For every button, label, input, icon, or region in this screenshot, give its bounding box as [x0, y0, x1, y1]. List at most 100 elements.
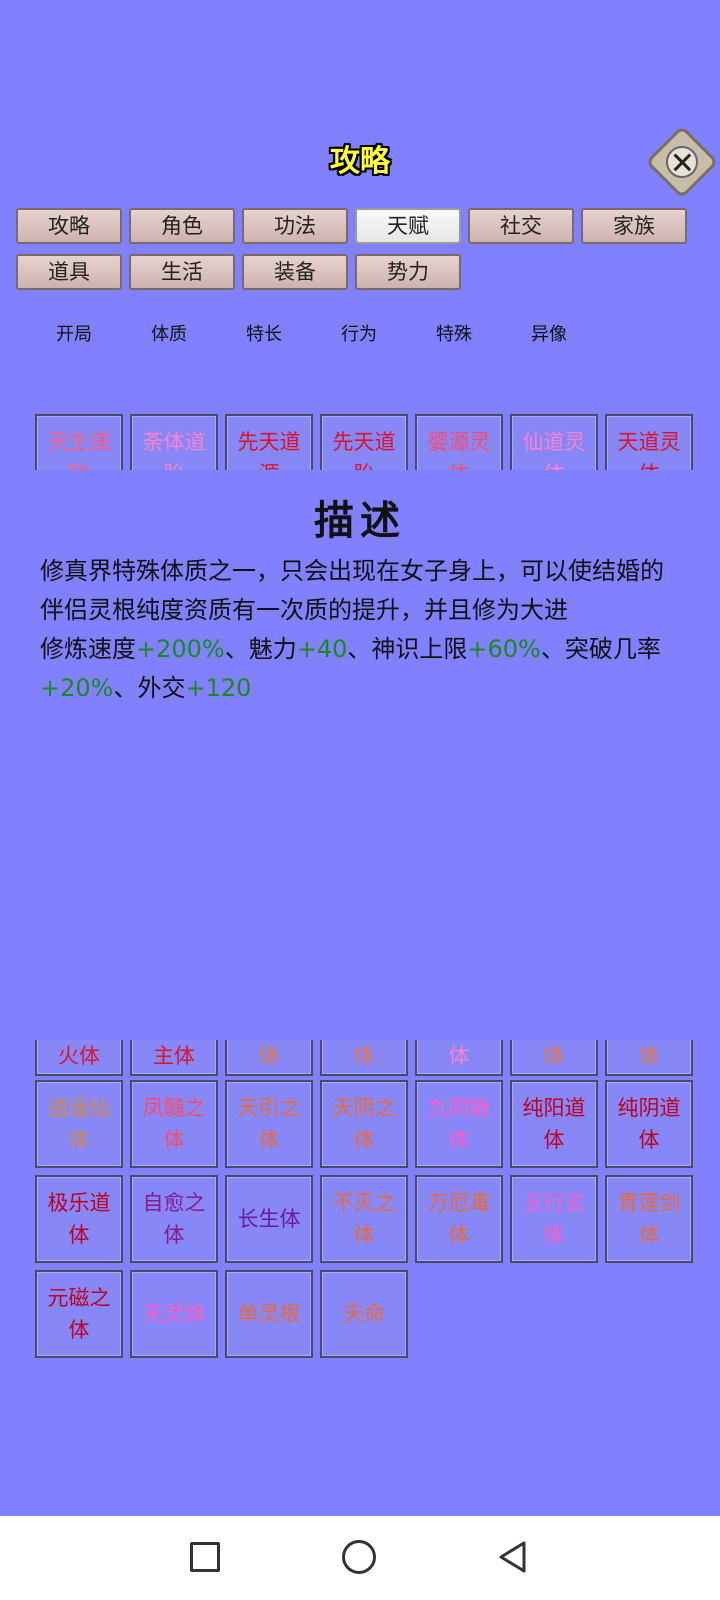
- talent-label-line1: 极乐道: [47, 1191, 111, 1215]
- talent-label-line1: 万厄毒: [427, 1191, 491, 1215]
- stat-separator: 、: [113, 674, 138, 702]
- talent-cell[interactable]: 体: [415, 1040, 503, 1076]
- tab-r2-1[interactable]: 生活: [129, 254, 235, 290]
- talent-cell[interactable]: 先天道源: [225, 414, 313, 470]
- page-title: 攻略: [330, 144, 390, 179]
- talent-cell[interactable]: 天道灵体: [605, 414, 693, 470]
- stat-label: 突破几率: [564, 635, 661, 663]
- talent-cell[interactable]: 主体: [130, 1040, 218, 1076]
- talent-label-line2: 胎: [143, 458, 206, 470]
- talent-cell[interactable]: 长生体: [225, 1175, 313, 1263]
- tab-r1-2[interactable]: 功法: [242, 208, 348, 244]
- talent-label: 婴源灵体: [428, 426, 491, 470]
- talent-label: 火体: [58, 1040, 100, 1072]
- talent-cell[interactable]: 荼体道胎: [130, 414, 218, 470]
- talent-label-line2: 体: [68, 1223, 90, 1247]
- talent-cell[interactable]: 天灵体: [130, 1270, 218, 1358]
- talent-cell[interactable]: 凤髓之体: [130, 1080, 218, 1168]
- talent-label: 五行玄体: [523, 1187, 586, 1251]
- subtab-5[interactable]: 异像: [531, 320, 567, 346]
- tab-r1-1[interactable]: 角色: [129, 208, 235, 244]
- home-button[interactable]: [342, 1540, 376, 1574]
- talent-label-line1: 纯阳道: [522, 1096, 586, 1120]
- talent-cell[interactable]: 体: [225, 1040, 313, 1076]
- talent-label-line1: 天道灵: [617, 430, 681, 454]
- subtab-0[interactable]: 开局: [56, 320, 92, 346]
- talent-cell[interactable]: 极乐道体: [35, 1175, 123, 1263]
- talent-label-line2: 体: [448, 1128, 470, 1152]
- talent-label-line1: 天生道: [47, 430, 111, 454]
- talent-label-line1: 自愈之: [142, 1191, 206, 1215]
- tab-r1-4[interactable]: 社交: [468, 208, 574, 244]
- talent-label-line1: 婴源灵: [427, 430, 491, 454]
- talent-label: 天阴之体: [333, 1092, 396, 1156]
- tab-r2-3[interactable]: 势力: [355, 254, 461, 290]
- talent-label-line2: 体: [543, 1223, 565, 1247]
- recent-apps-button[interactable]: [190, 1542, 220, 1572]
- talent-label: 纯阳道体: [523, 1092, 586, 1156]
- tab-r1-0[interactable]: 攻略: [16, 208, 122, 244]
- talent-cell[interactable]: 婴源灵体: [415, 414, 503, 470]
- talent-cell[interactable]: 不灭之体: [320, 1175, 408, 1263]
- talent-label-line1: 纯阴道: [617, 1096, 681, 1120]
- talent-cell[interactable]: 体: [510, 1040, 598, 1076]
- tab-r1-3[interactable]: 天赋: [355, 208, 461, 244]
- talent-cell[interactable]: 纯阴道体: [605, 1080, 693, 1168]
- stat-value: +40: [296, 635, 348, 663]
- talent-label: 纯阴道体: [618, 1092, 681, 1156]
- subtab-3[interactable]: 行为: [341, 320, 377, 346]
- talent-label: 青莲剑体: [618, 1187, 681, 1251]
- talent-cell[interactable]: 先天道胎: [320, 414, 408, 470]
- stat-separator: 、: [224, 635, 249, 663]
- talent-label-line2: 体: [163, 1223, 185, 1247]
- stat-value: +20%: [40, 674, 114, 702]
- talent-label-line2: 体: [543, 1044, 565, 1068]
- talent-label-line2: 主体: [153, 1044, 195, 1068]
- talent-cell[interactable]: 九阴魅体: [415, 1080, 503, 1168]
- talent-cell[interactable]: 仙道灵体: [510, 414, 598, 470]
- talent-cell[interactable]: 元磁之体: [35, 1270, 123, 1358]
- talent-cell[interactable]: 体: [320, 1040, 408, 1076]
- talent-label-line2: 胎: [333, 458, 396, 470]
- talent-label-line2: 体: [523, 458, 586, 470]
- talent-cell[interactable]: 火体: [35, 1040, 123, 1076]
- talent-label-line2: 体: [638, 1044, 660, 1068]
- talent-label: 极乐道体: [48, 1187, 111, 1251]
- talent-label-line1: 青莲剑: [617, 1191, 681, 1215]
- talent-cell[interactable]: 五行玄体: [510, 1175, 598, 1263]
- talent-cell[interactable]: 体: [605, 1040, 693, 1076]
- talent-label-line2: 体: [68, 1318, 90, 1342]
- tab-r2-0[interactable]: 道具: [16, 254, 122, 290]
- talent-label-line2: 体: [258, 1128, 280, 1152]
- talent-label: 长生体: [238, 1203, 301, 1235]
- talent-label: 体: [544, 1040, 565, 1072]
- talent-cell[interactable]: 天命: [320, 1270, 408, 1358]
- tab-r1-5[interactable]: 家族: [581, 208, 687, 244]
- talent-cell[interactable]: 单灵根: [225, 1270, 313, 1358]
- talent-cell[interactable]: 自愈之体: [130, 1175, 218, 1263]
- talent-cell[interactable]: 天生道种: [35, 414, 123, 470]
- subtab-1[interactable]: 体质: [151, 320, 187, 346]
- talent-cell[interactable]: 天阴之体: [320, 1080, 408, 1168]
- subtab-4[interactable]: 特殊: [436, 320, 472, 346]
- talent-label-line2: 体: [638, 1128, 660, 1152]
- tab-r2-2[interactable]: 装备: [242, 254, 348, 290]
- talent-cell[interactable]: 青莲剑体: [605, 1175, 693, 1263]
- talent-cell[interactable]: 逍遥仙体: [35, 1080, 123, 1168]
- back-button[interactable]: [496, 1540, 530, 1574]
- talent-label-line1: 单灵根: [237, 1302, 301, 1326]
- description-body: 修真界特殊体质之一，只会出现在女子身上，可以使结婚的伴侣灵根纯度资质有一次质的提…: [40, 552, 680, 708]
- subtab-2[interactable]: 特长: [246, 320, 282, 346]
- talent-label: 逍遥仙体: [48, 1092, 111, 1156]
- talent-strip-top: 天生道种荼体道胎先天道源先天道胎婴源灵体仙道灵体天道灵体: [34, 414, 694, 470]
- talent-cell[interactable]: 万厄毒体: [415, 1175, 503, 1263]
- talent-label-line2: 种: [48, 458, 111, 470]
- description-text: 修真界特殊体质之一，只会出现在女子身上，可以使结婚的伴侣灵根纯度资质有一次质的提…: [40, 557, 664, 624]
- talent-label: 天命: [343, 1298, 385, 1330]
- talent-cell[interactable]: 天引之体: [225, 1080, 313, 1168]
- talent-label-line1: 九阴魅: [427, 1096, 491, 1120]
- talent-cell[interactable]: 纯阳道体: [510, 1080, 598, 1168]
- stat-value: +60%: [467, 635, 541, 663]
- talent-label-line1: 五行玄: [522, 1191, 586, 1215]
- talent-label: 九阴魅体: [428, 1092, 491, 1156]
